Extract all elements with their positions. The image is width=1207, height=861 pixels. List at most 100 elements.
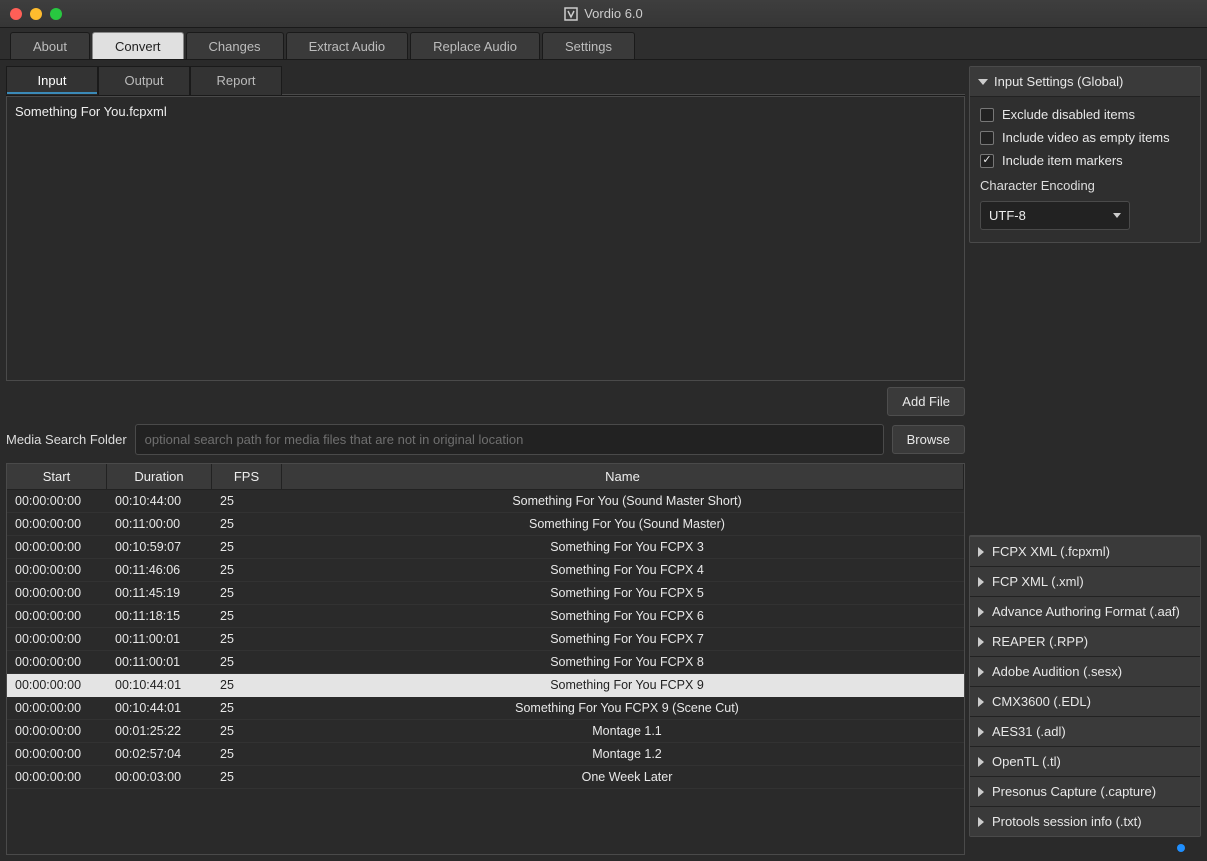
main-tabs: AboutConvertChangesExtract AudioReplace … bbox=[0, 28, 1207, 60]
cell-name: Something For You FCPX 3 bbox=[282, 536, 964, 558]
table-row[interactable]: 00:00:00:0000:10:44:0125Something For Yo… bbox=[7, 697, 964, 720]
table-row[interactable]: 00:00:00:0000:11:46:0625Something For Yo… bbox=[7, 559, 964, 582]
sub-tab-output[interactable]: Output bbox=[98, 66, 190, 95]
encoding-label: Character Encoding bbox=[980, 178, 1190, 193]
disclosure-right-icon bbox=[978, 667, 984, 677]
table-row[interactable]: 00:00:00:0000:01:25:2225Montage 1.1 bbox=[7, 720, 964, 743]
file-item[interactable]: Something For You.fcpxml bbox=[13, 101, 958, 122]
disclosure-right-icon bbox=[978, 637, 984, 647]
input-settings-header[interactable]: Input Settings (Global) bbox=[970, 67, 1200, 97]
cell-dur: 00:11:00:00 bbox=[107, 513, 212, 535]
disclosure-right-icon bbox=[978, 787, 984, 797]
table-row[interactable]: 00:00:00:0000:11:00:0025Something For Yo… bbox=[7, 513, 964, 536]
format-item[interactable]: FCPX XML (.fcpxml) bbox=[970, 536, 1200, 566]
format-item[interactable]: AES31 (.adl) bbox=[970, 716, 1200, 746]
cell-fps: 25 bbox=[212, 697, 282, 719]
format-label: Advance Authoring Format (.aaf) bbox=[992, 604, 1180, 619]
cell-start: 00:00:00:00 bbox=[7, 628, 107, 650]
col-header-name[interactable]: Name bbox=[282, 464, 964, 489]
format-label: OpenTL (.tl) bbox=[992, 754, 1061, 769]
table-body[interactable]: 00:00:00:0000:10:44:0025Something For Yo… bbox=[7, 490, 964, 854]
cell-name: Something For You FCPX 4 bbox=[282, 559, 964, 581]
format-item[interactable]: Advance Authoring Format (.aaf) bbox=[970, 596, 1200, 626]
exclude-disabled-checkbox[interactable] bbox=[980, 108, 994, 122]
col-header-fps[interactable]: FPS bbox=[212, 464, 282, 489]
encoding-value: UTF-8 bbox=[989, 208, 1026, 223]
format-item[interactable]: REAPER (.RPP) bbox=[970, 626, 1200, 656]
cell-name: Something For You (Sound Master) bbox=[282, 513, 964, 535]
export-formats-panel: FCPX XML (.fcpxml) FCP XML (.xml) Advance … bbox=[969, 535, 1201, 837]
cell-fps: 25 bbox=[212, 559, 282, 581]
format-item[interactable]: Protools session info (.txt) bbox=[970, 806, 1200, 836]
exclude-disabled-label: Exclude disabled items bbox=[1002, 107, 1135, 122]
cell-start: 00:00:00:00 bbox=[7, 605, 107, 627]
cell-dur: 00:11:18:15 bbox=[107, 605, 212, 627]
format-item[interactable]: Adobe Audition (.sesx) bbox=[970, 656, 1200, 686]
status-indicator-icon bbox=[1177, 844, 1185, 852]
window-title: Vordio 6.0 bbox=[584, 6, 643, 21]
disclosure-right-icon bbox=[978, 607, 984, 617]
input-file-list[interactable]: Something For You.fcpxml bbox=[6, 96, 965, 381]
cell-dur: 00:10:44:00 bbox=[107, 490, 212, 512]
table-row[interactable]: 00:00:00:0000:11:18:1525Something For Yo… bbox=[7, 605, 964, 628]
disclosure-right-icon bbox=[978, 757, 984, 767]
cell-start: 00:00:00:00 bbox=[7, 651, 107, 673]
cell-name: Something For You FCPX 9 bbox=[282, 674, 964, 696]
include-markers-checkbox[interactable] bbox=[980, 154, 994, 168]
add-file-button[interactable]: Add File bbox=[887, 387, 965, 416]
cell-name: Something For You FCPX 7 bbox=[282, 628, 964, 650]
cell-start: 00:00:00:00 bbox=[7, 559, 107, 581]
cell-dur: 00:11:45:19 bbox=[107, 582, 212, 604]
chevron-down-icon bbox=[1113, 213, 1121, 218]
col-header-duration[interactable]: Duration bbox=[107, 464, 212, 489]
format-item[interactable]: CMX3600 (.EDL) bbox=[970, 686, 1200, 716]
cell-dur: 00:11:46:06 bbox=[107, 559, 212, 581]
include-video-empty-checkbox[interactable] bbox=[980, 131, 994, 145]
cell-dur: 00:10:44:01 bbox=[107, 697, 212, 719]
cell-fps: 25 bbox=[212, 743, 282, 765]
col-header-start[interactable]: Start bbox=[7, 464, 107, 489]
main-tab-changes[interactable]: Changes bbox=[186, 32, 284, 59]
cell-start: 00:00:00:00 bbox=[7, 697, 107, 719]
cell-name: Montage 1.1 bbox=[282, 720, 964, 742]
cell-start: 00:00:00:00 bbox=[7, 490, 107, 512]
table-row[interactable]: 00:00:00:0000:11:00:0125Something For Yo… bbox=[7, 628, 964, 651]
cell-name: One Week Later bbox=[282, 766, 964, 788]
format-label: Adobe Audition (.sesx) bbox=[992, 664, 1122, 679]
sub-tab-input[interactable]: Input bbox=[6, 66, 98, 95]
cell-start: 00:00:00:00 bbox=[7, 582, 107, 604]
app-icon bbox=[564, 7, 578, 21]
cell-dur: 00:10:44:01 bbox=[107, 674, 212, 696]
table-row[interactable]: 00:00:00:0000:10:44:0125Something For Yo… bbox=[7, 674, 964, 697]
browse-button[interactable]: Browse bbox=[892, 425, 965, 454]
encoding-select[interactable]: UTF-8 bbox=[980, 201, 1130, 230]
format-item[interactable]: OpenTL (.tl) bbox=[970, 746, 1200, 776]
table-row[interactable]: 00:00:00:0000:11:45:1925Something For Yo… bbox=[7, 582, 964, 605]
include-markers-label: Include item markers bbox=[1002, 153, 1123, 168]
cell-dur: 00:11:00:01 bbox=[107, 651, 212, 673]
main-tab-convert[interactable]: Convert bbox=[92, 32, 184, 59]
table-row[interactable]: 00:00:00:0000:02:57:0425Montage 1.2 bbox=[7, 743, 964, 766]
table-row[interactable]: 00:00:00:0000:00:03:0025One Week Later bbox=[7, 766, 964, 789]
main-tab-replace-audio[interactable]: Replace Audio bbox=[410, 32, 540, 59]
format-item[interactable]: Presonus Capture (.capture) bbox=[970, 776, 1200, 806]
format-label: Protools session info (.txt) bbox=[992, 814, 1142, 829]
cell-start: 00:00:00:00 bbox=[7, 513, 107, 535]
cell-name: Something For You FCPX 9 (Scene Cut) bbox=[282, 697, 964, 719]
cell-name: Something For You FCPX 5 bbox=[282, 582, 964, 604]
format-label: REAPER (.RPP) bbox=[992, 634, 1088, 649]
format-label: FCP XML (.xml) bbox=[992, 574, 1084, 589]
main-tab-about[interactable]: About bbox=[10, 32, 90, 59]
titlebar: Vordio 6.0 bbox=[0, 0, 1207, 28]
sub-tab-report[interactable]: Report bbox=[190, 66, 282, 95]
disclosure-down-icon bbox=[978, 79, 988, 85]
cell-fps: 25 bbox=[212, 674, 282, 696]
cell-dur: 00:11:00:01 bbox=[107, 628, 212, 650]
format-item[interactable]: FCP XML (.xml) bbox=[970, 566, 1200, 596]
main-tab-extract-audio[interactable]: Extract Audio bbox=[286, 32, 409, 59]
table-row[interactable]: 00:00:00:0000:10:59:0725Something For Yo… bbox=[7, 536, 964, 559]
media-search-input[interactable] bbox=[135, 424, 884, 455]
table-row[interactable]: 00:00:00:0000:10:44:0025Something For Yo… bbox=[7, 490, 964, 513]
table-row[interactable]: 00:00:00:0000:11:00:0125Something For Yo… bbox=[7, 651, 964, 674]
main-tab-settings[interactable]: Settings bbox=[542, 32, 635, 59]
